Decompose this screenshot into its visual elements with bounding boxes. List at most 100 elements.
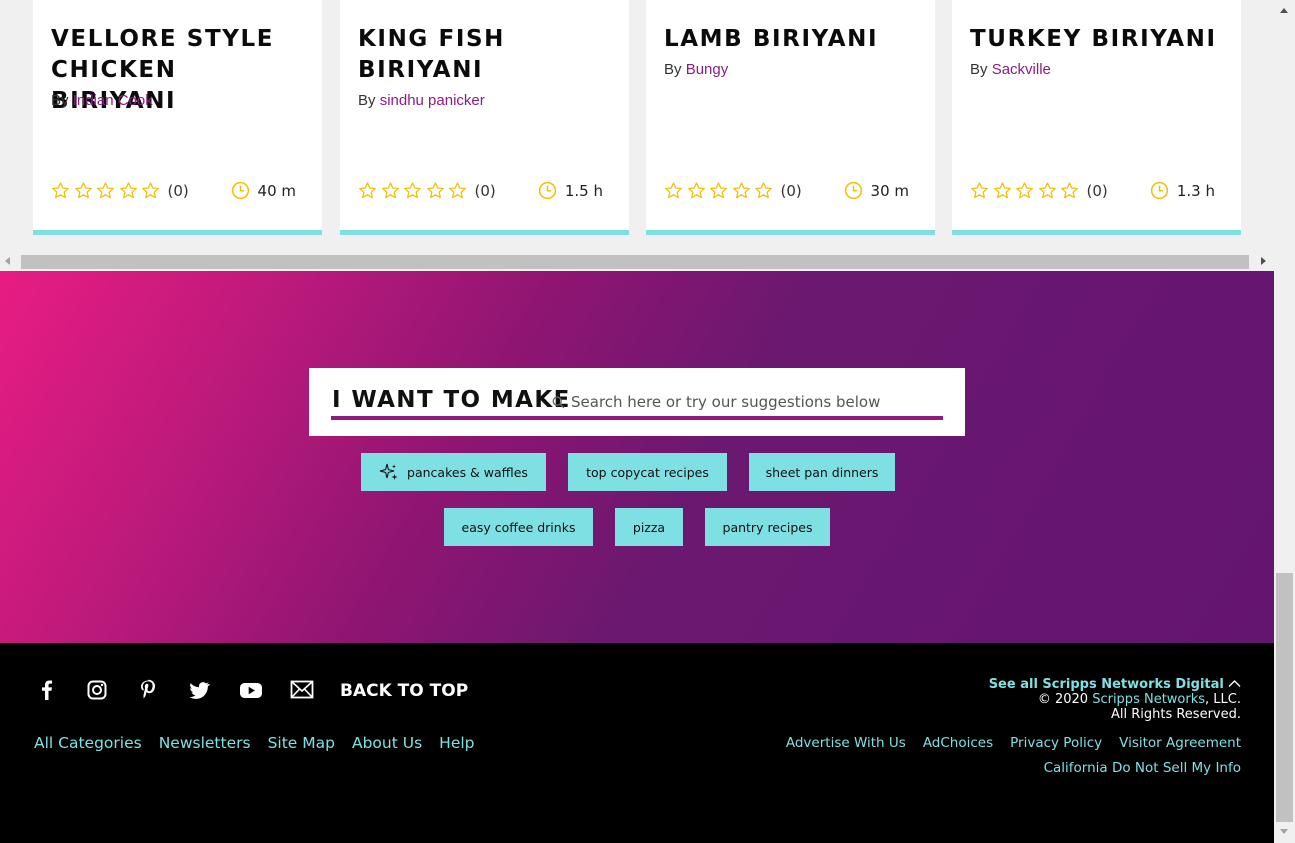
twitter-icon[interactable] xyxy=(189,679,210,701)
legal-link-privacy-policy[interactable]: Privacy Policy xyxy=(1010,735,1102,751)
star-icon xyxy=(665,182,682,199)
search-promo-band: I WANT TO MAKE pancakes & waffles top co… xyxy=(0,271,1274,643)
chip-label: pancakes & waffles xyxy=(407,464,528,480)
recipe-title[interactable]: KING FISH BIRIYANI xyxy=(358,24,618,86)
star-icon xyxy=(687,182,705,199)
recipe-byline: By Bungy xyxy=(664,61,728,78)
legal-links: Advertise With Us AdChoices Privacy Poli… xyxy=(769,735,1241,751)
chip-label: top copycat recipes xyxy=(586,464,709,480)
footer-link-newsletters[interactable]: Newsletters xyxy=(159,734,251,752)
chip-label: pantry recipes xyxy=(722,519,813,535)
search-heading: I WANT TO MAKE xyxy=(332,387,571,413)
carousel-scrollbar-thumb[interactable] xyxy=(21,255,1249,269)
see-all-scripps[interactable]: See all Scripps Networks Digital xyxy=(989,677,1241,692)
chip-label: pizza xyxy=(632,519,666,535)
legal-link-do-not-sell[interactable]: California Do Not Sell My Info xyxy=(1044,760,1241,776)
author-link[interactable]: sindhu panicker xyxy=(380,92,485,109)
star-rating[interactable]: (0) xyxy=(970,181,1108,200)
legal-link-advertise[interactable]: Advertise With Us xyxy=(786,735,906,751)
clock-icon xyxy=(231,181,249,200)
byline-prefix: By xyxy=(970,61,988,78)
star-icon xyxy=(97,182,114,199)
footer-copyright: See all Scripps Networks Digital © 2020 … xyxy=(989,677,1241,722)
byline-prefix: By xyxy=(358,92,376,109)
star-icon xyxy=(1061,182,1078,199)
scroll-left-arrow-icon[interactable] xyxy=(5,257,10,265)
scroll-right-arrow-icon[interactable] xyxy=(1261,257,1266,265)
star-icon xyxy=(381,182,399,199)
footer-link-about-us[interactable]: About Us xyxy=(352,734,422,752)
copyright-suffix: , LLC. xyxy=(1205,692,1241,707)
rating-count: (0) xyxy=(474,181,496,200)
recipe-title[interactable]: TURKEY BIRIYANI xyxy=(970,24,1230,55)
star-icon xyxy=(1016,182,1033,199)
footer-nav: All Categories Newsletters Site Map Abou… xyxy=(34,734,492,752)
email-icon[interactable] xyxy=(290,679,314,701)
recipe-title[interactable]: LAMB BIRIYANI xyxy=(664,24,924,55)
suggestion-top-copycat-recipes[interactable]: top copycat recipes xyxy=(568,453,727,491)
star-icon xyxy=(971,182,988,199)
recipe-byline: By Sackville xyxy=(970,61,1051,78)
scripps-networks-link[interactable]: Scripps Networks xyxy=(1092,692,1205,707)
suggestion-easy-coffee-drinks[interactable]: easy coffee drinks xyxy=(444,508,593,546)
footer-link-site-map[interactable]: Site Map xyxy=(268,734,335,752)
cook-time: 40 m xyxy=(231,181,296,200)
star-rating[interactable]: (0) xyxy=(51,181,189,200)
footer-link-all-categories[interactable]: All Categories xyxy=(34,734,142,752)
star-icon xyxy=(74,182,92,199)
page-scrollbar[interactable] xyxy=(1274,0,1295,843)
star-icon xyxy=(426,182,444,199)
footer-link-help[interactable]: Help xyxy=(439,734,474,752)
suggestion-pancakes-waffles[interactable]: pancakes & waffles xyxy=(361,453,546,491)
rating-count: (0) xyxy=(1086,181,1108,200)
recipe-card[interactable]: KING FISH BIRIYANI By sindhu panicker (0… xyxy=(340,0,629,235)
rating-count: (0) xyxy=(167,181,189,200)
chip-label: easy coffee drinks xyxy=(461,519,576,535)
facebook-icon[interactable] xyxy=(36,679,56,701)
recipe-card[interactable]: VELLORE STYLE CHICKEN BIRIYANI By Indian… xyxy=(33,0,322,235)
pinterest-icon[interactable] xyxy=(139,679,157,701)
cook-time: 30 m xyxy=(844,181,909,200)
author-link[interactable]: Indian Cook xyxy=(73,92,153,109)
rights-reserved: All Rights Reserved. xyxy=(1110,707,1241,722)
recipe-card[interactable]: TURKEY BIRIYANI By Sackville (0) 1.3 h xyxy=(952,0,1241,235)
legal-link-adchoices[interactable]: AdChoices xyxy=(923,735,993,751)
recipe-byline: By sindhu panicker xyxy=(358,92,485,109)
legal-link-visitor-agreement[interactable]: Visitor Agreement xyxy=(1119,735,1241,751)
search-input[interactable] xyxy=(571,390,941,414)
suggestion-sheet-pan-dinners[interactable]: sheet pan dinners xyxy=(749,453,895,491)
rating-count: (0) xyxy=(780,181,802,200)
chevron-up-icon xyxy=(1228,680,1241,687)
cook-time: 1.5 h xyxy=(538,181,603,200)
search-icon xyxy=(552,396,565,409)
star-rating[interactable]: (0) xyxy=(664,181,802,200)
copyright-line: © 2020 Scripps Networks, LLC. xyxy=(989,692,1241,707)
star-rating[interactable]: (0) xyxy=(358,181,496,200)
page-scrollbar-thumb[interactable] xyxy=(1276,573,1293,822)
see-all-link[interactable]: See all Scripps Networks Digital xyxy=(989,677,1224,692)
copyright-prefix: © 2020 xyxy=(1037,692,1093,707)
star-icon xyxy=(449,182,466,199)
recipe-card[interactable]: LAMB BIRIYANI By Bungy (0) 30 m xyxy=(646,0,935,235)
author-link[interactable]: Bungy xyxy=(686,61,729,78)
scroll-up-arrow-icon[interactable] xyxy=(1280,8,1288,13)
star-icon xyxy=(732,182,750,199)
byline-prefix: By xyxy=(664,61,682,78)
back-to-top-link[interactable]: BACK TO TOP xyxy=(340,681,468,701)
instagram-icon[interactable] xyxy=(87,679,107,701)
star-icon xyxy=(142,182,159,199)
suggestion-pantry-recipes[interactable]: pantry recipes xyxy=(705,508,830,546)
author-link[interactable]: Sackville xyxy=(992,61,1051,78)
star-icon xyxy=(52,182,69,199)
carousel-scrollbar[interactable] xyxy=(0,252,1274,271)
star-icon xyxy=(359,182,376,199)
search-underline xyxy=(331,416,943,420)
star-icon xyxy=(1038,182,1056,199)
star-icon xyxy=(993,182,1011,199)
cook-time-value: 30 m xyxy=(870,181,909,200)
clock-icon xyxy=(538,181,557,200)
byline-prefix: By xyxy=(51,92,69,109)
scroll-down-arrow-icon[interactable] xyxy=(1280,829,1288,834)
youtube-icon[interactable] xyxy=(239,679,263,701)
suggestion-pizza[interactable]: pizza xyxy=(615,508,683,546)
